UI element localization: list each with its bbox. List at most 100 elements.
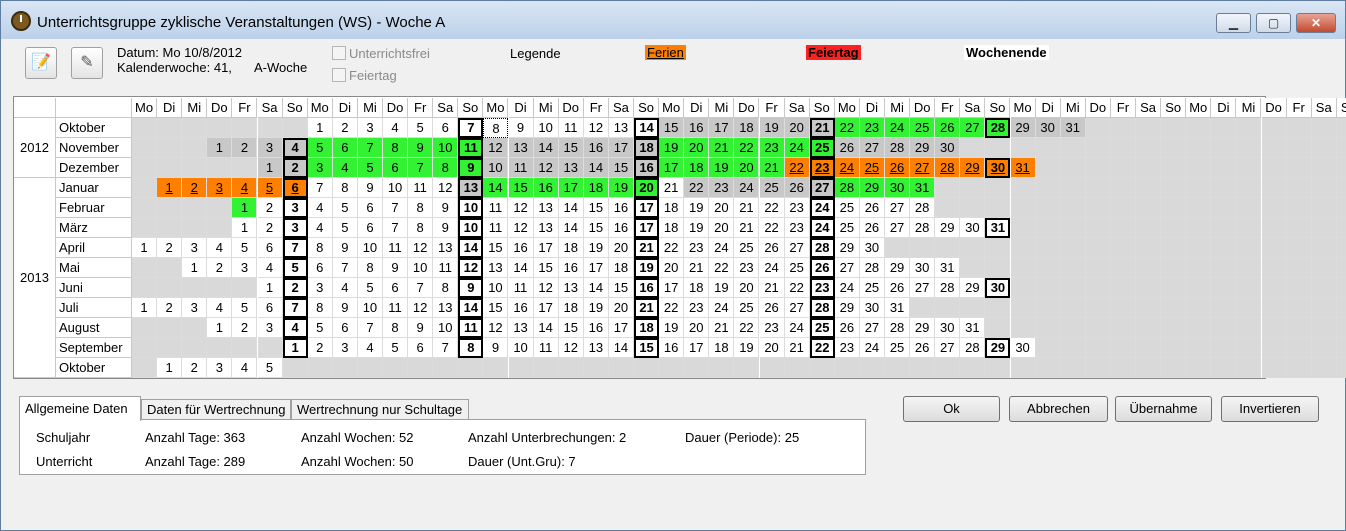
day-cell[interactable]: 10 xyxy=(433,138,459,158)
day-cell[interactable]: 14 xyxy=(558,218,584,238)
day-cell[interactable]: 13 xyxy=(508,138,534,158)
day-cell[interactable]: 18 xyxy=(634,138,660,158)
day-cell[interactable]: 11 xyxy=(433,258,459,278)
day-cell[interactable]: 15 xyxy=(483,298,509,318)
day-cell[interactable]: 25 xyxy=(734,298,760,318)
day-cell[interactable]: 25 xyxy=(859,278,885,298)
day-cell[interactable]: 19 xyxy=(684,198,710,218)
day-cell[interactable]: 4 xyxy=(332,158,358,178)
day-cell[interactable]: 14 xyxy=(558,198,584,218)
day-cell[interactable]: 6 xyxy=(307,258,333,278)
tab-allgemeine-daten[interactable]: Allgemeine Daten xyxy=(19,396,141,421)
day-cell[interactable]: 1 xyxy=(132,238,158,258)
day-cell[interactable]: 21 xyxy=(784,338,810,358)
day-cell[interactable]: 4 xyxy=(357,338,383,358)
day-cell[interactable]: 16 xyxy=(608,218,634,238)
day-cell[interactable]: 3 xyxy=(357,118,383,138)
day-cell[interactable]: 1 xyxy=(257,278,283,298)
day-cell[interactable]: 21 xyxy=(759,278,785,298)
day-cell[interactable]: 12 xyxy=(433,178,459,198)
day-cell[interactable]: 19 xyxy=(709,278,735,298)
day-cell[interactable]: 5 xyxy=(307,318,333,338)
minimize-button[interactable]: ▁ xyxy=(1216,13,1251,33)
day-cell[interactable]: 8 xyxy=(307,298,333,318)
day-cell[interactable]: 16 xyxy=(608,198,634,218)
day-cell[interactable]: 21 xyxy=(634,238,660,258)
day-cell[interactable]: 3 xyxy=(182,298,208,318)
day-cell[interactable]: 31 xyxy=(910,178,936,198)
day-cell[interactable]: 29 xyxy=(859,178,885,198)
day-cell[interactable]: 29 xyxy=(834,298,860,318)
day-cell[interactable]: 7 xyxy=(408,278,434,298)
day-cell[interactable]: 14 xyxy=(583,158,609,178)
day-cell[interactable]: 30 xyxy=(859,238,885,258)
day-cell[interactable]: 11 xyxy=(458,318,484,338)
day-cell[interactable]: 19 xyxy=(608,178,634,198)
day-cell[interactable]: 20 xyxy=(634,178,660,198)
day-cell[interactable]: 22 xyxy=(684,178,710,198)
day-cell[interactable]: 13 xyxy=(433,298,459,318)
day-cell[interactable]: 23 xyxy=(784,198,810,218)
day-cell[interactable]: 18 xyxy=(583,178,609,198)
day-cell[interactable]: 20 xyxy=(684,138,710,158)
day-cell[interactable]: 17 xyxy=(533,238,559,258)
day-cell[interactable]: 28 xyxy=(834,178,860,198)
day-cell[interactable]: 29 xyxy=(985,338,1011,358)
day-cell[interactable]: 10 xyxy=(533,118,559,138)
day-cell[interactable]: 10 xyxy=(433,318,459,338)
day-cell[interactable]: 1 xyxy=(257,158,283,178)
day-cell[interactable]: 23 xyxy=(834,338,860,358)
day-cell[interactable]: 14 xyxy=(533,318,559,338)
day-cell[interactable]: 1 xyxy=(157,178,183,198)
day-cell[interactable]: 29 xyxy=(1010,118,1036,138)
day-cell[interactable]: 20 xyxy=(784,118,810,138)
day-cell[interactable]: 4 xyxy=(307,218,333,238)
day-cell[interactable]: 11 xyxy=(558,118,584,138)
day-cell[interactable]: 9 xyxy=(433,218,459,238)
day-cell[interactable]: 15 xyxy=(608,278,634,298)
day-cell[interactable]: 17 xyxy=(709,118,735,138)
day-cell[interactable]: 10 xyxy=(408,258,434,278)
day-cell[interactable]: 23 xyxy=(859,118,885,138)
day-cell[interactable]: 6 xyxy=(257,238,283,258)
day-cell[interactable]: 13 xyxy=(558,278,584,298)
day-cell[interactable]: 7 xyxy=(458,118,484,138)
day-cell[interactable]: 18 xyxy=(558,238,584,258)
unterrichtsfrei-checkbox[interactable] xyxy=(332,46,346,60)
day-cell[interactable]: 7 xyxy=(408,158,434,178)
day-cell[interactable]: 25 xyxy=(859,158,885,178)
day-cell[interactable]: 4 xyxy=(207,298,233,318)
day-cell[interactable]: 23 xyxy=(759,138,785,158)
day-cell[interactable]: 10 xyxy=(357,298,383,318)
close-button[interactable]: ✕ xyxy=(1296,13,1336,33)
day-cell[interactable]: 21 xyxy=(634,298,660,318)
day-cell[interactable]: 30 xyxy=(910,258,936,278)
day-cell[interactable]: 13 xyxy=(583,338,609,358)
day-cell[interactable]: 10 xyxy=(383,178,409,198)
day-cell[interactable]: 19 xyxy=(634,258,660,278)
day-cell[interactable]: 20 xyxy=(684,318,710,338)
day-cell[interactable]: 17 xyxy=(558,178,584,198)
day-cell[interactable]: 26 xyxy=(759,298,785,318)
day-cell[interactable]: 15 xyxy=(533,258,559,278)
day-cell[interactable]: 9 xyxy=(458,158,484,178)
day-cell[interactable]: 12 xyxy=(583,118,609,138)
day-cell[interactable]: 26 xyxy=(834,318,860,338)
day-cell[interactable]: 25 xyxy=(809,138,835,158)
day-cell[interactable]: 28 xyxy=(885,138,911,158)
day-cell[interactable]: 30 xyxy=(885,178,911,198)
day-cell[interactable]: 3 xyxy=(307,278,333,298)
day-cell[interactable]: 2 xyxy=(182,178,208,198)
day-cell[interactable]: 11 xyxy=(483,198,509,218)
day-cell[interactable]: 19 xyxy=(659,138,685,158)
day-cell[interactable]: 23 xyxy=(684,298,710,318)
day-cell[interactable]: 14 xyxy=(458,298,484,318)
day-cell[interactable]: 29 xyxy=(910,138,936,158)
day-cell[interactable]: 2 xyxy=(232,138,258,158)
day-cell[interactable]: 25 xyxy=(784,258,810,278)
day-cell[interactable]: 21 xyxy=(709,318,735,338)
day-cell[interactable]: 10 xyxy=(458,218,484,238)
day-cell[interactable]: 6 xyxy=(383,158,409,178)
day-cell[interactable]: 4 xyxy=(232,358,258,378)
day-cell[interactable]: 31 xyxy=(935,258,961,278)
